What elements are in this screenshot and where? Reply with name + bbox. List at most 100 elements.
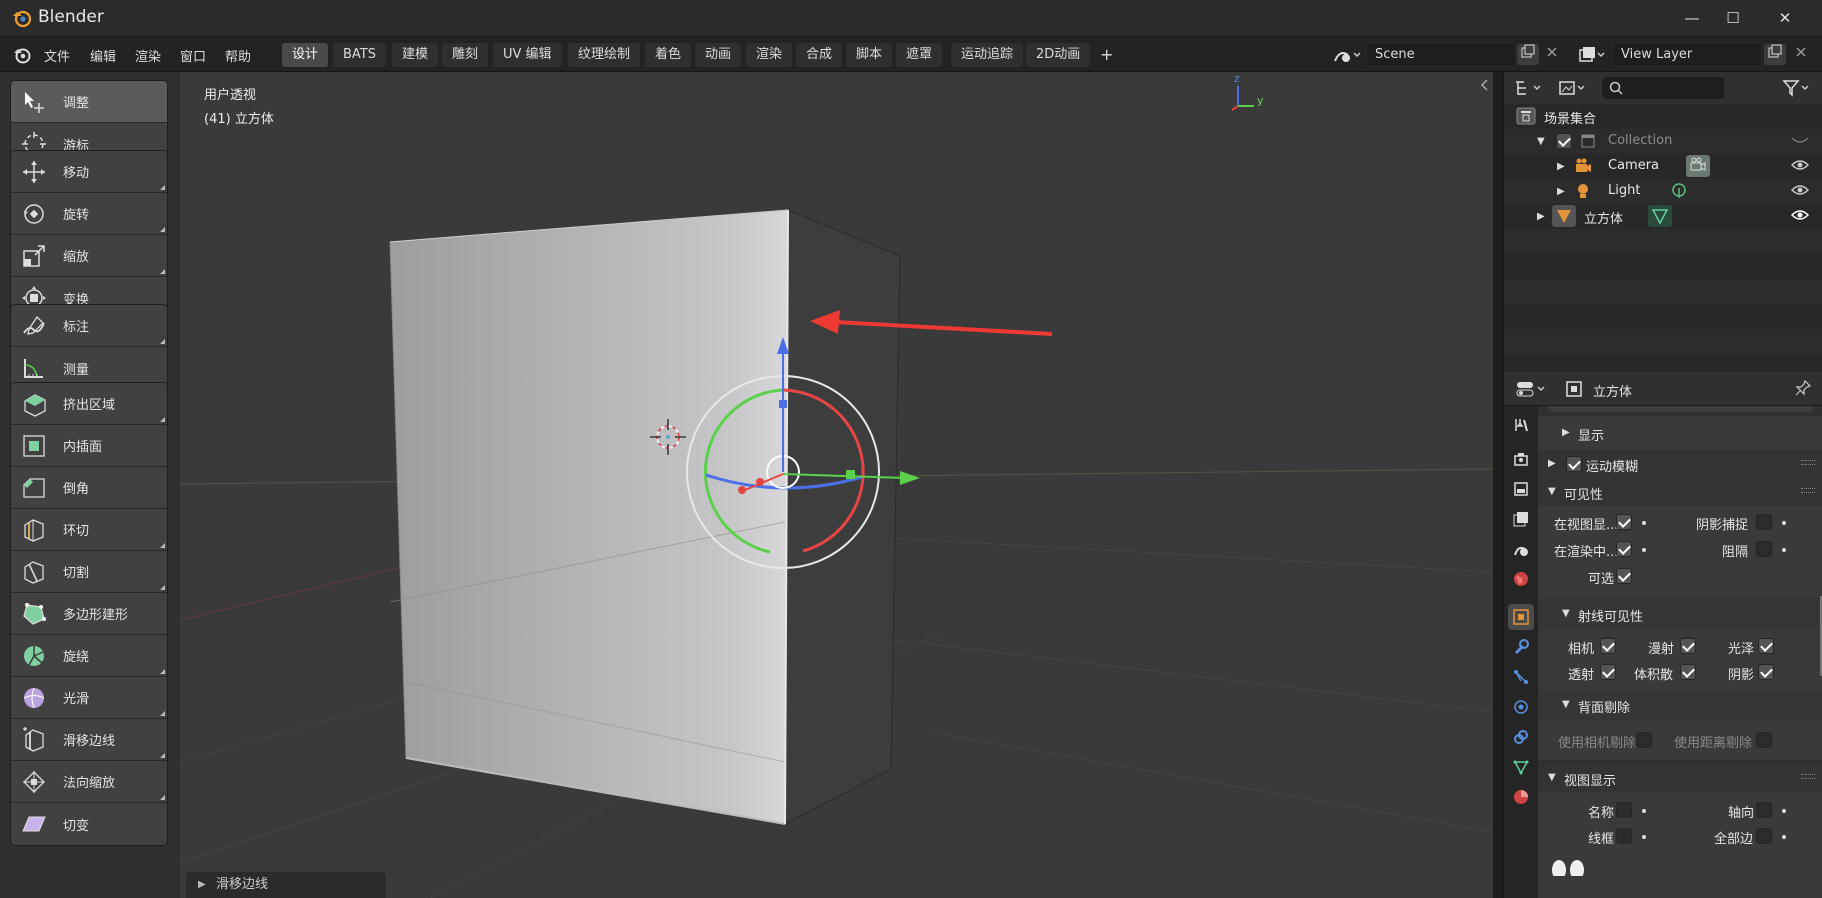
ray-camera-checkbox[interactable] [1600, 638, 1616, 654]
tab-modeling[interactable]: 建模 [392, 43, 439, 67]
tool-poly-build[interactable]: 多边形建形 [11, 593, 167, 635]
keyframe-dot[interactable] [1642, 521, 1646, 525]
outliner-search-input[interactable] [1602, 77, 1724, 99]
delete-view-layer-icon[interactable] [1790, 44, 1812, 65]
filter-icon[interactable] [1782, 79, 1814, 97]
delete-scene-icon[interactable] [1541, 44, 1563, 65]
last-operator-panel[interactable]: ▶ 滑移边线 [186, 872, 386, 898]
tab-scene-icon[interactable] [1508, 536, 1534, 562]
new-view-layer-icon[interactable] [1764, 44, 1786, 65]
expand-camera-icon[interactable]: ▶ [1557, 161, 1565, 172]
tab-rendering[interactable]: 渲染 [746, 43, 793, 67]
expand-cube-icon[interactable]: ▶ [1537, 211, 1545, 222]
tab-view-layer-icon[interactable] [1508, 506, 1534, 532]
light-data-icon[interactable] [1670, 182, 1688, 200]
tab-2d-animation[interactable]: 2D动画 [1026, 43, 1091, 67]
menu-help[interactable]: 帮助 [225, 46, 251, 65]
editor-type-icon[interactable] [1516, 380, 1550, 398]
view-layer-field[interactable]: View Layer [1612, 42, 1762, 67]
ray-visibility-collapse-icon[interactable]: ▼ [1562, 608, 1570, 619]
show-in-renders-checkbox[interactable] [1616, 541, 1632, 557]
ray-glossy-checkbox[interactable] [1758, 638, 1774, 654]
tool-smooth[interactable]: 光滑 [11, 677, 167, 719]
tool-rotate[interactable]: 旋转 [11, 193, 167, 235]
tool-shear[interactable]: 切变 [11, 803, 167, 845]
drag-handle-icon[interactable] [1801, 774, 1815, 782]
shadow-catcher-checkbox[interactable] [1756, 514, 1772, 530]
keyframe-dot[interactable] [1642, 548, 1646, 552]
scene-name-field[interactable]: Scene [1366, 42, 1516, 67]
drag-handle-icon[interactable] [1801, 460, 1815, 468]
tab-particles-icon[interactable] [1508, 664, 1534, 690]
tab-layout[interactable]: 设计 [282, 43, 329, 67]
tab-render-icon[interactable] [1508, 446, 1534, 472]
show-wireframe-checkbox[interactable] [1616, 828, 1632, 844]
motion-blur-expand-icon[interactable]: ▶ [1548, 458, 1556, 469]
tool-tweak[interactable]: 调整 [11, 81, 167, 123]
tab-world-icon[interactable] [1508, 566, 1534, 592]
tool-loop-cut[interactable]: 环切 [11, 509, 167, 551]
tool-edge-slide[interactable]: 滑移边线 [11, 719, 167, 761]
tool-knife[interactable]: 切割 [11, 551, 167, 593]
scene-selector-icon[interactable] [1332, 45, 1362, 65]
menu-file[interactable]: 文件 [44, 46, 70, 65]
tool-scale[interactable]: 缩放 [11, 235, 167, 277]
tool-extrude-region[interactable]: 挤出区域 [11, 383, 167, 425]
tool-move[interactable]: 移动 [11, 151, 167, 193]
tool-bevel[interactable]: 倒角 [11, 467, 167, 509]
visibility-collapse-icon[interactable]: ▼ [1548, 486, 1556, 497]
tree-row-light[interactable]: ▶ Light [1504, 179, 1822, 204]
menu-render[interactable]: 渲染 [135, 46, 161, 65]
hidden-eye-icon[interactable] [1791, 136, 1809, 146]
culling-collapse-icon[interactable]: ▼ [1562, 699, 1570, 710]
tree-row-camera[interactable]: ▶ Camera [1504, 154, 1822, 179]
tab-texture-paint[interactable]: 纹理绘制 [568, 43, 641, 67]
camera-data-icon[interactable] [1686, 155, 1710, 177]
show-in-viewports-checkbox[interactable] [1616, 514, 1632, 530]
tool-inset-faces[interactable]: 内插面 [11, 425, 167, 467]
blender-menu-icon[interactable] [12, 45, 32, 65]
tab-scripting[interactable]: 脚本 [846, 43, 893, 67]
display-subpanel[interactable]: ▶ 显示 [1538, 416, 1822, 450]
tab-sculpting[interactable]: 雕刻 [442, 43, 489, 67]
mesh-data-icon[interactable] [1648, 205, 1672, 227]
tree-row-collection[interactable]: ▼ Collection [1504, 129, 1822, 154]
keyframe-dot[interactable] [1782, 521, 1786, 525]
tab-constraints-icon[interactable] [1508, 724, 1534, 750]
use-camera-cull-checkbox[interactable] [1636, 732, 1652, 748]
tool-spin[interactable]: 旋绕 [11, 635, 167, 677]
camera-visibility-eye-icon[interactable] [1791, 158, 1809, 172]
keyframe-dot[interactable] [1782, 548, 1786, 552]
tool-annotate[interactable]: 标注 [11, 305, 167, 347]
add-workspace-button[interactable]: + [1093, 43, 1120, 67]
tab-bats[interactable]: BATS [333, 43, 386, 67]
ray-visibility-header[interactable]: ▼ 射线可见性 [1538, 598, 1822, 630]
tab-compositing[interactable]: 合成 [796, 43, 843, 67]
display-expand-icon[interactable]: ▶ [1562, 427, 1570, 438]
tab-modifiers-icon[interactable] [1508, 634, 1534, 660]
keyframe-dot[interactable] [1782, 809, 1786, 813]
tree-row-cube[interactable]: ▶ 立方体 [1504, 204, 1822, 229]
tab-animation[interactable]: 动画 [695, 43, 742, 67]
tab-shading[interactable]: 着色 [645, 43, 692, 67]
motion-blur-checkbox[interactable] [1566, 456, 1582, 472]
maximize-button[interactable]: ☐ [1708, 0, 1758, 37]
tab-data-icon[interactable] [1508, 754, 1534, 780]
viewport-display-collapse-icon[interactable]: ▼ [1548, 772, 1556, 783]
close-window-button[interactable]: ✕ [1760, 0, 1810, 37]
selectable-checkbox[interactable] [1616, 568, 1632, 584]
viewport-display-panel[interactable]: ▼ 视图显示 [1538, 764, 1822, 792]
tool-shrink-fatten[interactable]: 法向缩放 [11, 761, 167, 803]
collection-exclude-checkbox[interactable] [1556, 133, 1572, 149]
pin-icon[interactable] [1795, 380, 1811, 396]
use-distance-cull-checkbox[interactable] [1756, 732, 1772, 748]
cube-visibility-eye-icon[interactable] [1791, 208, 1809, 222]
3d-viewport[interactable]: z y 用户透视 (41) 立方体 ▶ 滑移边线 [180, 72, 1493, 898]
drag-handle-icon[interactable] [1801, 488, 1815, 496]
ray-transmission-checkbox[interactable] [1600, 664, 1616, 680]
tree-row-scene-collection[interactable]: 场景集合 [1504, 104, 1822, 129]
show-axis-checkbox[interactable] [1756, 802, 1772, 818]
keyframe-dot[interactable] [1782, 835, 1786, 839]
tab-uv-editing[interactable]: UV 编辑 [493, 43, 562, 67]
light-visibility-eye-icon[interactable] [1791, 183, 1809, 197]
